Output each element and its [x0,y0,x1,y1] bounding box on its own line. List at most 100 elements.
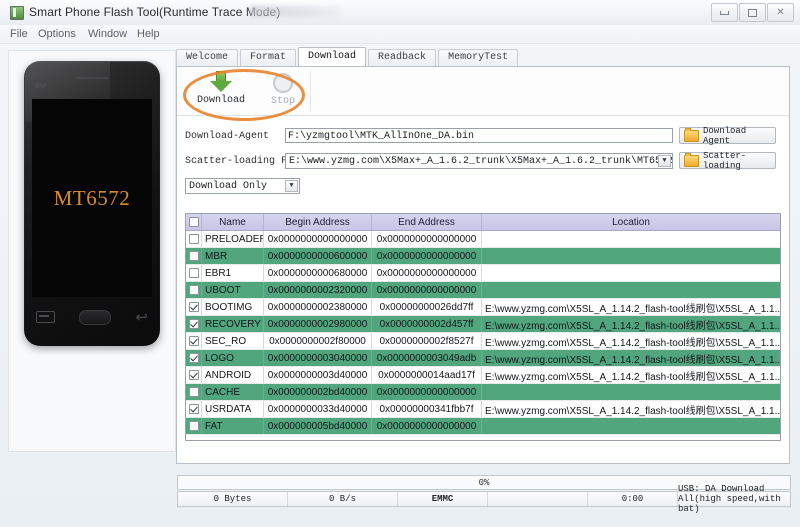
row-begin-address: 0x000000002bd40000 [264,384,372,400]
row-location [482,282,780,298]
row-location [482,384,780,400]
download-agent-browse-button[interactable]: Download Agent [679,125,776,146]
row-checkbox[interactable] [188,234,199,244]
row-checkbox-cell[interactable] [186,231,202,247]
row-checkbox[interactable] [188,404,199,414]
row-begin-address: 0x0000000000680000 [264,265,372,281]
tab-readback[interactable]: Readback [368,49,437,66]
chevron-down-icon[interactable]: ▼ [285,180,298,192]
earpiece-icon [76,77,108,79]
row-end-address: 0x0000000000000000 [372,384,482,400]
row-checkbox[interactable] [188,302,199,312]
row-checkbox[interactable] [188,336,199,346]
table-row[interactable]: RECOVERY 0x0000000002980000 0x0000000002d4… [186,316,780,333]
row-begin-address: 0x0000000002980000 [264,316,372,332]
row-end-address: 0x0000000014aad17f [372,367,482,383]
row-checkbox-cell[interactable] [186,350,202,366]
row-checkbox-cell[interactable] [186,299,202,315]
phone-softkeys: ↩ [24,304,160,330]
row-begin-address: 0x0000000002380000 [264,299,372,315]
menu-options[interactable]: Options [38,28,76,40]
minimize-button[interactable] [711,3,738,22]
row-location: E:\www.yzmg.com\X5SL_A_1.14.2_flash-tool… [485,405,780,417]
table-empty-space [186,435,780,440]
table-row[interactable]: CACHE 0x000000002bd40000 0x000000000000000… [186,384,780,401]
row-end-address: 0x0000000002d457ff [372,316,482,332]
row-end-address: 0x0000000000000000 [372,231,482,247]
row-location: E:\www.yzmg.com\X5SL_A_1.14.2_flash-tool… [485,354,780,366]
close-button[interactable]: ✕ [767,3,794,22]
scatter-browse-button[interactable]: Scatter-loading [679,150,776,171]
status-storage: EMMC [398,492,488,506]
row-checkbox-cell[interactable] [186,418,202,434]
header-select-all[interactable] [186,214,202,230]
row-checkbox[interactable] [188,319,199,329]
table-row[interactable]: FAT 0x000000005bd40000 0x0000000000000000 [186,418,780,435]
row-end-address: 0x0000000000000000 [372,282,482,298]
table-row[interactable]: UBOOT 0x0000000002320000 0x000000000000000… [186,282,780,299]
partition-table: Name Begin Address End Address Location … [185,213,781,441]
row-checkbox[interactable] [188,370,199,380]
header-location[interactable]: Location [482,214,780,230]
table-row[interactable]: PRELOADER 0x0000000000000000 0x00000000000… [186,231,780,248]
row-checkbox-cell[interactable] [186,333,202,349]
header-begin-address[interactable]: Begin Address [264,214,372,230]
menu-window[interactable]: Window [88,28,127,40]
menu-help[interactable]: Help [137,28,160,40]
row-checkbox-cell[interactable] [186,316,202,332]
phone-screen: MT6572 [32,99,152,297]
download-mode-combo[interactable]: Download Only ▼ [185,178,300,194]
device-preview-panel: BM MT6572 ↩ [8,50,176,452]
table-row[interactable]: MBR 0x0000000000600000 0x0000000000000000 [186,248,780,265]
row-checkbox-cell[interactable] [186,248,202,264]
tab-memorytest[interactable]: MemoryTest [438,49,519,66]
row-checkbox[interactable] [188,387,199,397]
row-checkbox-cell[interactable] [186,282,202,298]
header-end-address[interactable]: End Address [372,214,482,230]
table-row[interactable]: BOOTIMG 0x0000000002380000 0x00000000026dd… [186,299,780,316]
tab-welcome[interactable]: Welcome [176,49,239,66]
table-row[interactable]: EBR1 0x0000000000680000 0x0000000000000000 [186,265,780,282]
tab-format[interactable]: Format [240,49,297,66]
row-checkbox[interactable] [188,353,199,363]
row-checkbox-cell[interactable] [186,401,202,417]
blurred-title-region [250,6,340,17]
restore-button[interactable] [739,3,766,22]
scatter-file-value: E:\www.yzmg.com\X5Max+_A_1.6.2_trunk\X5M… [289,156,672,167]
status-blank [488,492,588,506]
action-toolbar: Download Stop [177,67,789,121]
menu-file[interactable]: File [10,28,28,40]
row-checkbox-cell[interactable] [186,367,202,383]
row-name: LOGO [202,350,264,366]
table-row[interactable]: ANDROID 0x0000000003d40000 0x0000000014aad… [186,367,780,384]
row-begin-address: 0x0000000000000000 [264,231,372,247]
row-location [482,265,780,281]
download-panel: Download Stop Download-Agent F:\yzmgtool… [176,66,791,514]
row-end-address: 0x0000000000000000 [372,418,482,434]
row-checkbox[interactable] [188,285,199,295]
download-agent-browse-label: Download Agent [703,125,747,146]
download-mode-value: Download Only [189,181,268,192]
status-bar: 0 Bytes 0 B/s EMMC 0:00 USB: DA Download… [177,484,791,514]
row-name: CACHE [202,384,264,400]
header-name[interactable]: Name [202,214,264,230]
scatter-file-combo[interactable]: E:\www.yzmg.com\X5Max+_A_1.6.2_trunk\X5M… [285,153,673,169]
row-checkbox[interactable] [188,421,199,431]
table-row[interactable]: LOGO 0x0000000003040000 0x0000000003049adb… [186,350,780,367]
row-checkbox[interactable] [188,268,199,278]
row-end-address: 0x00000000341fbb7f [372,401,482,417]
table-row[interactable]: SEC_RO 0x0000000002f80000 0x0000000002f852… [186,333,780,350]
row-checkbox-cell[interactable] [186,265,202,281]
download-agent-input[interactable]: F:\yzmgtool\MTK_AllInOne_DA.bin [285,128,673,143]
select-all-checkbox[interactable] [188,217,199,227]
row-checkbox-cell[interactable] [186,384,202,400]
row-name: SEC_RO [202,333,264,349]
row-checkbox[interactable] [188,251,199,261]
flash-tool-window: Smart Phone Flash Tool(Runtime Trace Mod… [0,0,800,527]
chevron-down-icon[interactable]: ▼ [658,155,671,167]
table-row[interactable]: USRDATA 0x0000000033d40000 0x00000000341fb… [186,401,780,418]
row-name: FAT [202,418,264,434]
tab-download[interactable]: Download [298,47,367,66]
scatter-browse-label: Scatter-loading [703,150,747,171]
progress-percent-label: 0% [478,477,490,488]
